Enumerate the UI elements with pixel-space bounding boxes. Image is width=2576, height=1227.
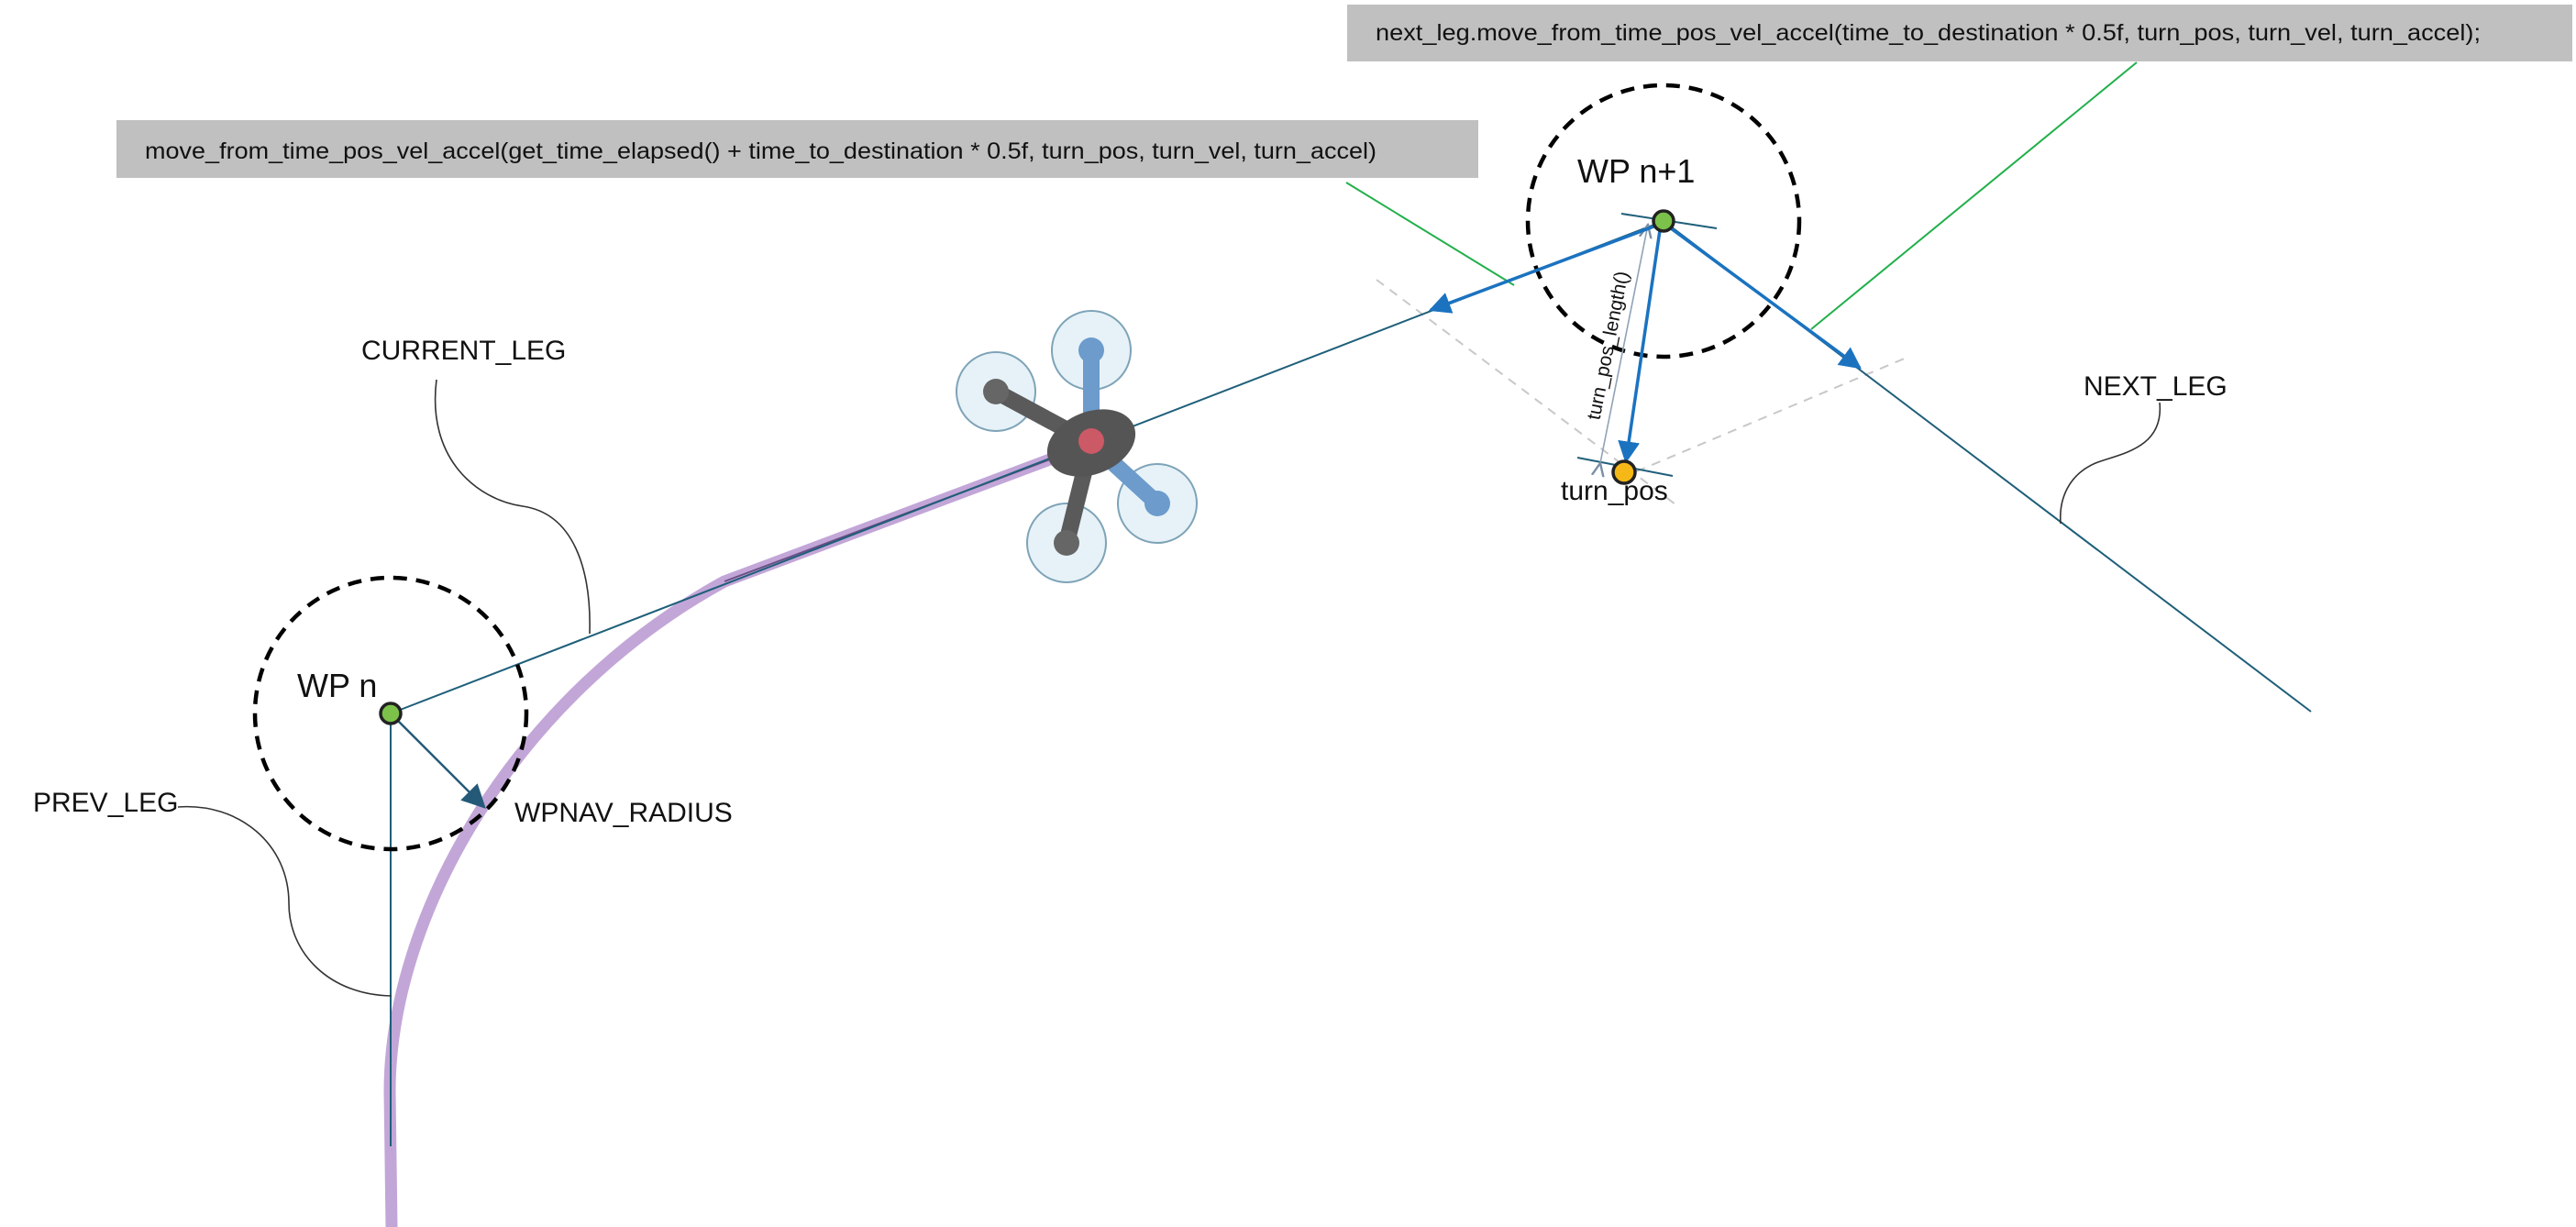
quadcopter-position-marker	[1078, 428, 1104, 454]
current-leg-code-text: move_from_time_pos_vel_accel(get_time_el…	[145, 138, 1376, 164]
current-leg-code-callout: move_from_time_pos_vel_accel(get_time_el…	[116, 120, 1478, 178]
next-leg-code-text: next_leg.move_from_time_pos_vel_accel(ti…	[1376, 20, 2481, 46]
next-leg-velocity-arrow	[1665, 224, 1862, 370]
wp-n-plus-1-dot	[1652, 209, 1675, 233]
wpnav-radius-label: WPNAV_RADIUS	[514, 798, 733, 828]
motor-front-right	[1078, 337, 1104, 363]
prev-leg-callout-curve	[177, 805, 392, 997]
next-leg-callout-curve	[2059, 402, 2161, 525]
next-leg-label: NEXT_LEG	[2084, 371, 2228, 402]
wp-n-dot	[379, 702, 403, 725]
motor-rear-right	[1144, 491, 1170, 516]
waypoint-navigation-diagram: next_leg.move_from_time_pos_vel_accel(ti…	[33, 5, 2572, 1227]
prev-leg-label: PREV_LEG	[33, 788, 178, 818]
turn-pos-length-label: turn_pos_length()	[1584, 270, 1633, 422]
current-leg-code-pointer	[1345, 182, 1515, 286]
flight-path	[383, 439, 1093, 1227]
current-leg-label: CURRENT_LEG	[361, 336, 566, 366]
next-leg-code-pointer	[1810, 61, 2138, 330]
turn-pos-vector-arrow	[1618, 229, 1662, 464]
turn-guide-line-b	[1620, 357, 1907, 479]
current-leg-callout-curve	[434, 379, 591, 635]
next-leg-code-callout: next_leg.move_from_time_pos_vel_accel(ti…	[1347, 5, 2572, 61]
motor-rear-left	[1054, 530, 1079, 556]
motor-front-left	[983, 379, 1009, 404]
quadcopter-icon	[956, 310, 1198, 583]
wpnav-radius-arrow	[390, 713, 486, 809]
wp-n-plus-1-label: WP n+1	[1577, 152, 1695, 190]
turn-pos-label: turn_pos	[1561, 476, 1668, 506]
wp-n-label: WP n	[297, 667, 377, 704]
